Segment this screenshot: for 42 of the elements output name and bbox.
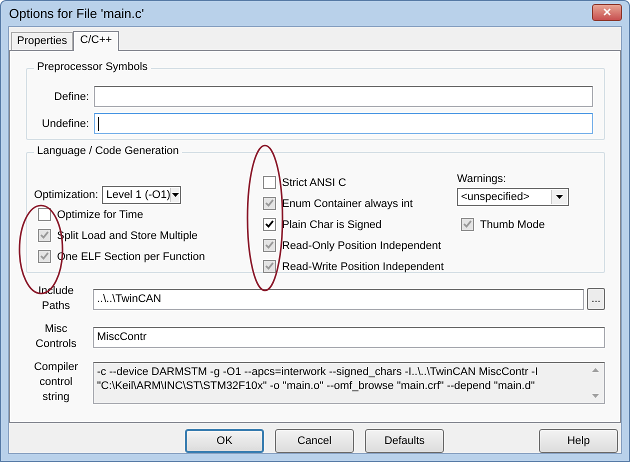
field-label: Define:	[53, 90, 90, 102]
field-label: Optimization:	[34, 189, 98, 201]
text-line: "C:\Keil\ARM\INC\ST\STM32F10x" -o "main.o" --omf_browse "main.crf" --depend "main.d"	[97, 378, 536, 392]
text-line: -c --device DARMSTM -g -O1 --apcs=interwork --signed_chars -I..\..\TwinCAN MiscContr -I	[97, 364, 540, 378]
scroll-up-icon[interactable]	[592, 368, 599, 372]
checkbox-label: Plain Char is Signed	[282, 218, 382, 230]
dialog-button[interactable]: OK	[185, 429, 264, 453]
checkbox[interactable]	[263, 176, 276, 189]
window-title: Options for File 'main.c'	[8, 6, 144, 21]
checkbox[interactable]	[263, 197, 276, 210]
help-button[interactable]: Help	[539, 429, 618, 453]
checkbox-label: Strict ANSI C	[282, 176, 346, 188]
input-field[interactable]: ..\..\TwinCAN	[93, 288, 584, 310]
field-label: Undefine:	[40, 118, 90, 130]
checkbox-label: Read-Write Position Independent	[282, 260, 444, 272]
dropdown[interactable]: <unspecified>	[457, 188, 569, 206]
dialog-button[interactable]: Cancel	[275, 429, 354, 453]
checkbox[interactable]	[38, 250, 51, 263]
group-title: Preprocessor Symbols	[34, 61, 151, 73]
checkbox[interactable]	[38, 208, 51, 221]
field-label: Misc Controls	[34, 322, 78, 352]
checkbox[interactable]	[263, 218, 276, 231]
tab[interactable]: Properties	[11, 32, 74, 50]
input-field[interactable]	[94, 86, 593, 107]
dropdown[interactable]: Level 1 (-O1)	[102, 186, 182, 204]
input-field[interactable]	[94, 113, 593, 134]
checkbox[interactable]	[461, 218, 474, 231]
dialog-button[interactable]: Defaults	[365, 429, 444, 453]
checkbox-label: Read-Only Position Independent	[282, 240, 441, 252]
input-field[interactable]: MiscContr	[93, 326, 605, 348]
checkbox[interactable]	[263, 239, 276, 252]
checkbox-label: Optimize for Time	[57, 208, 144, 220]
checkbox[interactable]	[263, 260, 276, 273]
checkbox[interactable]	[38, 229, 51, 242]
checkbox-label: Thumb Mode	[480, 218, 545, 230]
text-area[interactable]: -c --device DARMSTM -g -O1 --apcs=interwork --signed_chars -I..\..\TwinCAN MiscContr -I "C:\Keil\ARM\INC\ST\STM32F10x" -o "main.o" --omf_browse "main.crf" --depend "main.d"	[93, 362, 605, 404]
scroll-down-icon[interactable]	[592, 394, 599, 398]
field-label: Compiler control string	[32, 360, 79, 405]
tab[interactable]: C/C++	[73, 31, 119, 51]
group-title: Language / Code Generation	[34, 145, 182, 157]
browse-button[interactable]: ...	[587, 288, 605, 310]
field-label: Warnings:	[457, 173, 508, 185]
